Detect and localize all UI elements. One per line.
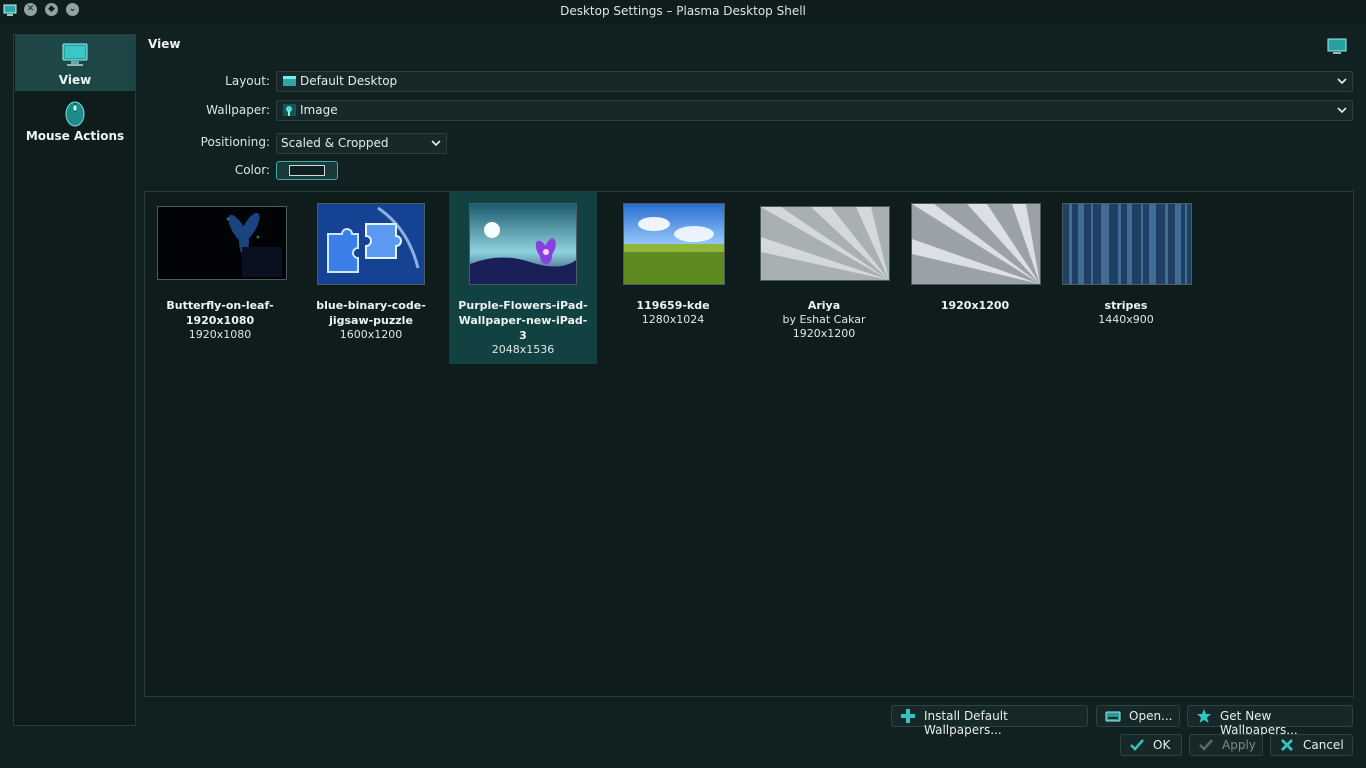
button-label: Install Default Wallpapers...: [924, 709, 1008, 737]
color-swatch: [289, 165, 325, 176]
wallpaper-name: 1920x1200: [901, 298, 1049, 313]
cancel-button[interactable]: Cancel: [1270, 734, 1353, 756]
positioning-value: Scaled & Cropped: [281, 136, 389, 150]
wallpaper-thumbnail: [760, 206, 890, 281]
wallpaper-title: 1920x1200: [940, 299, 1010, 312]
chevron-down-icon: [1337, 107, 1347, 114]
wallpaper-title: Purple-Flowers-iPad-Wallpaper-new-iPad-3: [458, 299, 588, 342]
button-label: Open...: [1129, 709, 1173, 723]
color-label: Color:: [234, 163, 270, 177]
wallpaper-thumbnail: [1062, 203, 1192, 285]
monitor-icon: [62, 43, 88, 66]
install-default-wallpapers-button[interactable]: Install Default Wallpapers...: [891, 705, 1088, 737]
check-icon: [1130, 739, 1144, 751]
wallpaper-item-selected[interactable]: Purple-Flowers-iPad-Wallpaper-new-iPad-3…: [449, 192, 597, 364]
wallpaper-label: Wallpaper:: [206, 103, 270, 117]
button-label: OK: [1153, 738, 1171, 752]
wallpaper-item[interactable]: 1920x1200: [901, 192, 1049, 364]
wallpaper-name: Ariya by Eshat Cakar 1920x1200: [750, 298, 898, 341]
layout-label: Layout:: [225, 74, 270, 88]
check-icon: [1199, 739, 1213, 751]
drive-icon: [1105, 711, 1121, 722]
desktop-icon: [283, 76, 296, 86]
wallpaper-item[interactable]: Ariya by Eshat Cakar 1920x1200: [750, 192, 898, 364]
wallpaper-size: 1920x1080: [188, 328, 252, 341]
get-new-wallpapers-button[interactable]: Get New Wallpapers...: [1187, 705, 1353, 737]
wallpaper-thumbnail: [317, 203, 425, 285]
positioning-select[interactable]: Scaled & Cropped: [276, 133, 447, 154]
ok-button[interactable]: OK: [1120, 734, 1182, 756]
chevron-down-icon: [431, 140, 441, 147]
wallpaper-thumbnail: [623, 203, 725, 285]
button-label: Get New Wallpapers...: [1220, 709, 1298, 737]
wallpaper-name: 119659-kde 1280x1024: [599, 298, 747, 327]
wallpaper-size: 2048x1536: [491, 343, 555, 356]
monitor-icon: [1327, 38, 1347, 54]
wallpaper-item[interactable]: stripes 1440x900: [1052, 192, 1200, 364]
star-icon: [1197, 709, 1211, 723]
chevron-down-icon: [1337, 78, 1347, 85]
wallpaper-select[interactable]: Image: [276, 100, 1353, 121]
wallpaper-title: Butterfly-on-leaf-1920x1080: [166, 299, 274, 327]
color-picker-button[interactable]: [276, 161, 338, 180]
apply-button[interactable]: Apply: [1189, 734, 1263, 756]
wallpaper-item[interactable]: Butterfly-on-leaf-1920x1080 1920x1080: [146, 192, 294, 364]
cancel-icon: [1281, 739, 1293, 751]
wallpaper-size: 1280x1024: [641, 313, 705, 326]
wallpaper-size: 1600x1200: [339, 328, 403, 341]
layout-value: Default Desktop: [300, 74, 398, 88]
wallpaper-author: by Eshat Cakar: [782, 313, 866, 326]
wallpaper-name: Purple-Flowers-iPad-Wallpaper-new-iPad-3…: [449, 298, 597, 357]
button-label: Cancel: [1303, 738, 1344, 752]
wallpaper-title: Ariya: [807, 299, 841, 312]
image-icon: [283, 104, 296, 116]
wallpaper-thumbnail: [911, 203, 1041, 285]
layout-select[interactable]: Default Desktop: [276, 71, 1353, 92]
wallpaper-value: Image: [300, 103, 338, 117]
wallpaper-title: stripes: [1104, 299, 1148, 312]
open-button[interactable]: Open...: [1096, 705, 1180, 727]
button-label: Apply: [1222, 738, 1256, 752]
plus-icon: [901, 709, 915, 723]
wallpaper-title: 119659-kde: [636, 299, 710, 312]
wallpaper-item[interactable]: blue-binary-code-jigsaw-puzzle 1600x1200: [297, 192, 445, 364]
title-bar: ✕ ◆ ⌄ Desktop Settings – Plasma Desktop …: [0, 0, 1366, 24]
wallpaper-thumbnail: [469, 203, 577, 285]
window-title: Desktop Settings – Plasma Desktop Shell: [560, 4, 806, 18]
page-title: View: [148, 37, 181, 51]
wallpaper-name: blue-binary-code-jigsaw-puzzle 1600x1200: [297, 298, 445, 342]
wallpaper-item[interactable]: 119659-kde 1280x1024: [599, 192, 747, 364]
wallpaper-name: Butterfly-on-leaf-1920x1080 1920x1080: [146, 298, 294, 342]
wallpaper-title: blue-binary-code-jigsaw-puzzle: [316, 299, 426, 327]
wallpaper-thumbnail: [157, 206, 287, 280]
positioning-label: Positioning:: [200, 135, 270, 149]
wallpaper-size: 1920x1200: [792, 327, 856, 340]
wallpaper-name: stripes 1440x900: [1052, 298, 1200, 327]
wallpaper-grid: Butterfly-on-leaf-1920x1080 1920x1080 bl…: [144, 191, 1354, 697]
wallpaper-size: 1440x900: [1098, 313, 1154, 326]
